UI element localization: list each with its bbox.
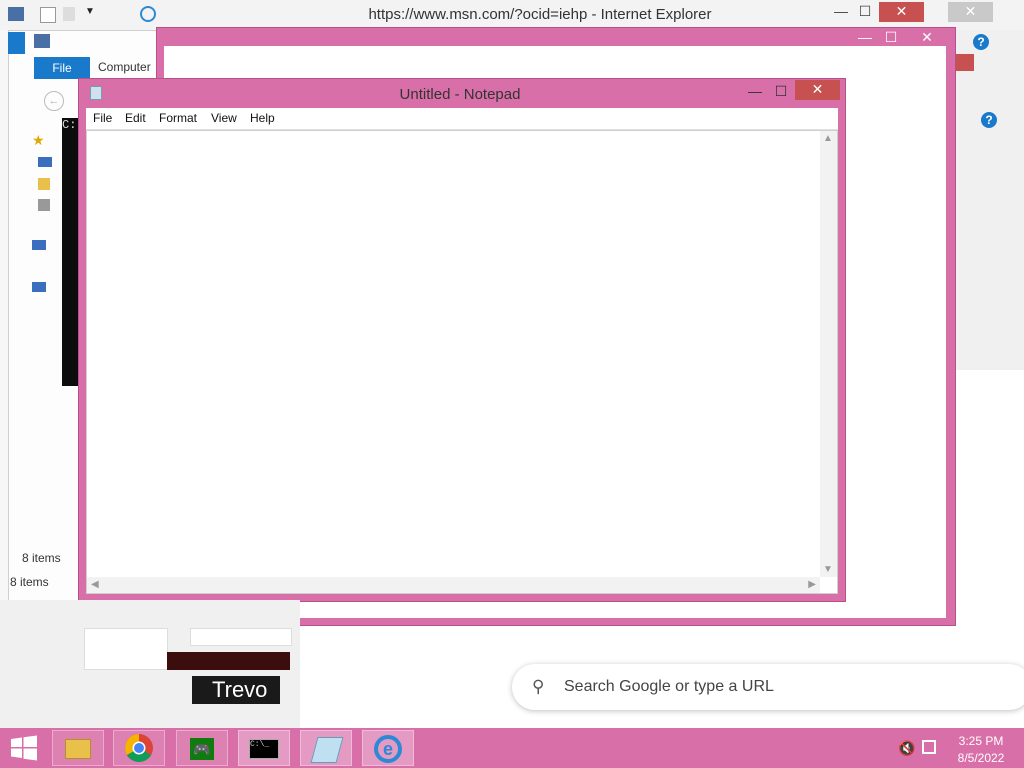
- menu-format[interactable]: Format: [159, 111, 197, 125]
- explorer-file-tab-back[interactable]: [8, 32, 25, 54]
- help-icon-2[interactable]: ?: [981, 112, 997, 128]
- network-status-icon[interactable]: [922, 740, 936, 754]
- help-icon[interactable]: ?: [973, 34, 989, 50]
- menu-file[interactable]: File: [93, 111, 112, 125]
- new-folder-icon[interactable]: [63, 7, 75, 21]
- desktop-icon[interactable]: [38, 157, 52, 167]
- menu-view[interactable]: View: [211, 111, 237, 125]
- scroll-down-icon[interactable]: ▼: [823, 564, 833, 575]
- this-pc-icon[interactable]: [32, 240, 46, 250]
- command-prompt-icon: C:\_: [249, 739, 279, 759]
- notepad-app-icon: [90, 86, 102, 100]
- taskbar-command-prompt[interactable]: C:\_: [238, 730, 290, 766]
- taskbar-chrome[interactable]: [113, 730, 165, 766]
- internet-explorer-icon: e: [374, 735, 402, 763]
- notepad-close-button[interactable]: ✕: [795, 80, 840, 100]
- cmd-prompt-text: C:: [62, 118, 77, 132]
- notepad-icon: [310, 737, 344, 763]
- chrome-icon: [125, 734, 153, 762]
- windows-start-icon[interactable]: [10, 735, 38, 761]
- taskbar-internet-explorer[interactable]: e: [362, 730, 414, 766]
- ie-close-button[interactable]: ✕: [879, 2, 924, 22]
- scroll-right-icon[interactable]: ▶: [808, 579, 816, 590]
- search-icon: ⚲: [532, 677, 545, 696]
- explorer-app-icon-2: [34, 34, 50, 48]
- libraries-icon[interactable]: [38, 178, 50, 190]
- menu-help[interactable]: Help: [250, 111, 275, 125]
- explorer-app-icon: [8, 7, 24, 21]
- taskbar-clock-date[interactable]: 8/5/2022: [955, 751, 1007, 765]
- quick-access-dropdown-icon[interactable]: ▼: [85, 6, 95, 17]
- taskbar-file-explorer[interactable]: [52, 730, 104, 766]
- background-tile-2: [190, 628, 292, 646]
- notepad-title: Untitled - Notepad: [399, 86, 521, 103]
- notepad-menu-bar: File Edit Format View Help: [86, 108, 838, 130]
- google-search-placeholder[interactable]: Search Google or type a URL: [564, 678, 774, 696]
- pink-maximize-button[interactable]: ☐: [876, 28, 906, 48]
- explorer-computer-tab[interactable]: Computer: [98, 60, 151, 74]
- vertical-scrollbar[interactable]: ▲ ▼: [820, 131, 837, 577]
- notepad-maximize-button[interactable]: ☐: [766, 82, 796, 102]
- taskbar-xbox[interactable]: 🎮: [176, 730, 228, 766]
- internet-explorer-icon: [140, 6, 156, 22]
- speaker-muted-icon[interactable]: 🔇: [898, 740, 915, 757]
- background-tile: [84, 628, 168, 670]
- taskbar-clock-time[interactable]: 3:25 PM: [957, 734, 1005, 748]
- background-close-button[interactable]: [954, 54, 974, 71]
- explorer-item-count-2: 8 items: [10, 575, 49, 589]
- file-explorer-icon: [65, 739, 91, 759]
- back-arrow-icon[interactable]: ←: [44, 91, 64, 111]
- back-window-close-button[interactable]: ✕: [948, 2, 993, 22]
- favorites-star-icon[interactable]: ★: [32, 132, 45, 149]
- background-window-right: [945, 30, 1024, 370]
- horizontal-scrollbar[interactable]: ◀ ▶: [87, 577, 820, 593]
- taskbar-notepad[interactable]: [300, 730, 352, 766]
- homegroup-icon[interactable]: [38, 199, 50, 211]
- pink-close-button[interactable]: ✕: [912, 28, 942, 48]
- notepad-text-area[interactable]: [86, 130, 838, 594]
- explorer-file-tab[interactable]: File: [34, 57, 90, 79]
- scroll-left-icon[interactable]: ◀: [91, 579, 99, 590]
- network-icon[interactable]: [32, 282, 46, 292]
- explorer-item-count: 8 items: [22, 551, 61, 565]
- ie-window-title: https://www.msn.com/?ocid=iehp - Interne…: [368, 6, 712, 23]
- properties-icon[interactable]: [40, 7, 56, 23]
- scroll-up-icon[interactable]: ▲: [823, 133, 833, 144]
- xbox-games-icon: 🎮: [190, 738, 214, 760]
- ie-maximize-button[interactable]: ☐: [850, 2, 880, 22]
- news-title-tile[interactable]: Trevo: [192, 676, 280, 704]
- menu-edit[interactable]: Edit: [125, 111, 146, 125]
- news-image-tile[interactable]: [167, 652, 290, 670]
